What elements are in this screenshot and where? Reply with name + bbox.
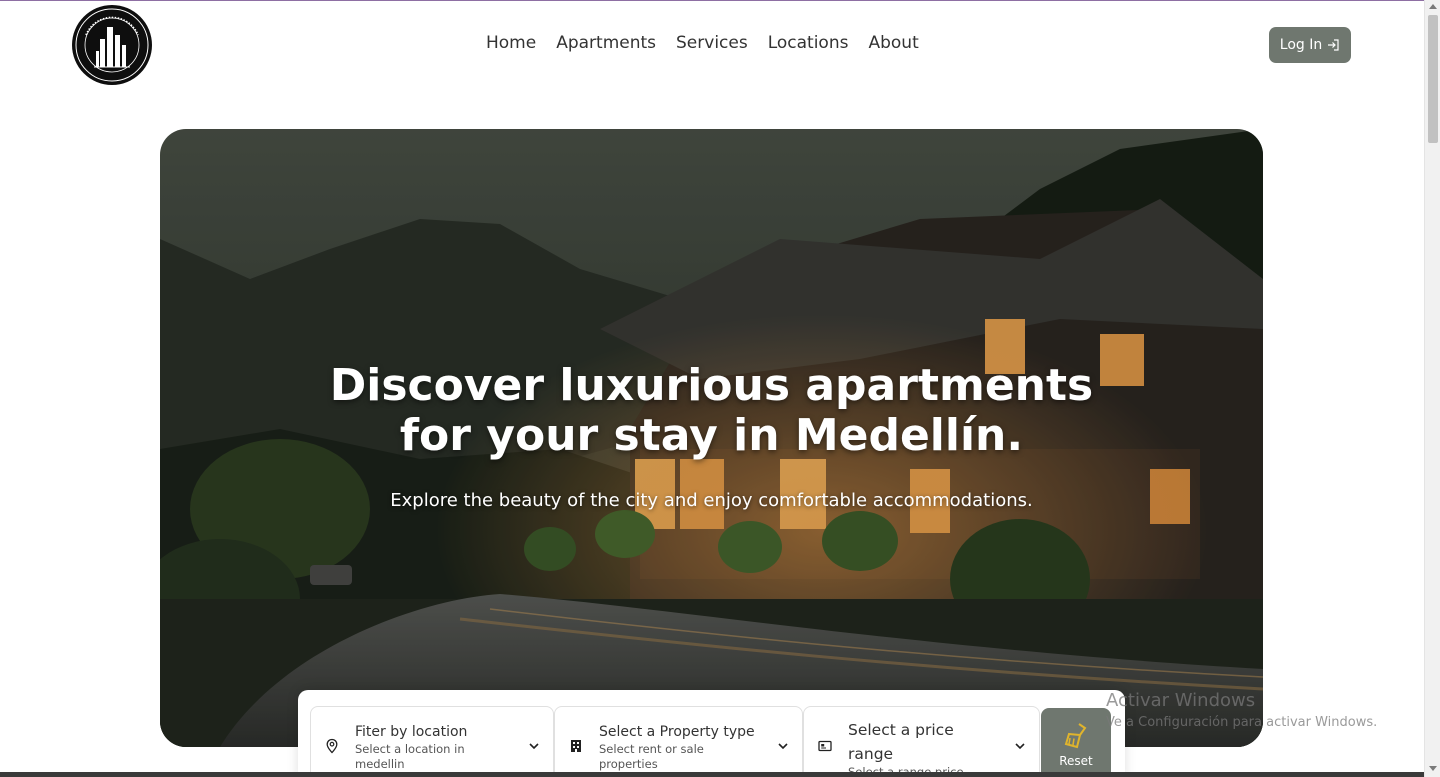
chevron-down-icon [529,743,539,750]
login-label: Log In [1279,37,1323,53]
price-range-filter[interactable]: Select a price range Select a range pric… [803,706,1040,777]
watermark-title: Activar Windows [1106,690,1256,711]
login-arrow-icon [1328,39,1339,51]
main-nav: Home Apartments Services Locations About [486,33,919,53]
property-type-filter[interactable]: Select a Property type Select rent or sa… [554,706,803,777]
chevron-down-icon [1015,743,1025,750]
logo-emblem [75,8,149,82]
scroll-thumb[interactable] [1428,15,1438,143]
scroll-up-arrow-icon[interactable] [1429,4,1437,9]
property-type-filter-title: Select a Property type [599,724,755,740]
scroll-down-arrow-icon[interactable] [1429,766,1437,771]
windows-activation-watermark: Activar Windows Ve a Configuración para … [1106,690,1377,731]
chevron-down-icon [778,743,788,750]
location-filter-subtitle: Select a location in medellin [355,742,465,771]
hero-subtitle: Explore the beauty of the city and enjoy… [390,490,1033,511]
building-icon [571,740,581,752]
nav-about[interactable]: About [868,33,918,53]
location-filter[interactable]: Fiter by location Select a location in m… [310,706,554,777]
price-tag-icon [818,740,832,752]
brand-logo[interactable] [72,5,152,85]
hero-title-line-1: Discover luxurious apartments [329,360,1094,411]
page-scrollbar[interactable] [1424,0,1440,777]
map-pin-icon [326,738,338,754]
search-filter-panel: Fiter by location Select a location in m… [298,690,1125,777]
login-button[interactable]: Log In [1269,27,1351,63]
location-filter-title: Fiter by location [355,724,468,740]
site-header: Home Apartments Services Locations About… [0,0,1424,95]
broom-icon [1064,723,1087,749]
taskbar-edge [0,772,1424,777]
nav-apartments[interactable]: Apartments [556,33,656,53]
nav-home[interactable]: Home [486,33,536,53]
price-range-filter-title: Select a price range [848,721,954,763]
hero-banner: Discover luxurious apartments for your s… [160,129,1263,747]
reset-label: Reset [1059,754,1093,768]
hero-title-line-2: for your stay in Medellín. [399,410,1024,461]
nav-locations[interactable]: Locations [768,33,849,53]
watermark-subtitle: Ve a Configuración para activar Windows. [1106,715,1378,730]
property-type-filter-subtitle: Select rent or sale properties [599,742,704,771]
reset-button[interactable]: Reset [1041,708,1111,777]
nav-services[interactable]: Services [676,33,748,53]
hero-title: Discover luxurious apartments for your s… [160,361,1263,461]
